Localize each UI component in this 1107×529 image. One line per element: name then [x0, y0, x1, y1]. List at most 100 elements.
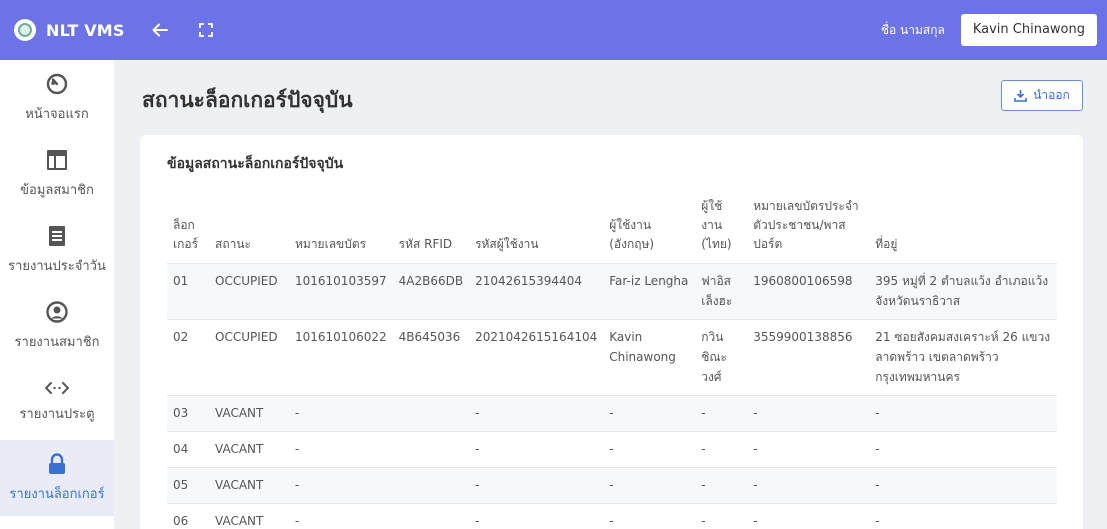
table-cell: VACANT: [209, 395, 289, 432]
table-cell: -: [747, 503, 870, 529]
table-cell: -: [869, 503, 1057, 529]
layout-icon: [47, 149, 67, 170]
table-cell: [392, 395, 470, 432]
sidebar-item-home[interactable]: หน้าจอแรก: [0, 60, 114, 136]
table-row: 06 VACANT - - - - - -: [167, 503, 1057, 529]
table-cell: กวิน ชิณะ วงศ์: [695, 319, 748, 396]
col-card-number: หมายเลขบัตร: [295, 237, 367, 251]
table-cell: 06: [167, 503, 209, 529]
table-cell: Kavin Chinawong: [603, 319, 696, 396]
sidebar-item-label: ข้อมูลสมาชิก: [20, 182, 94, 198]
main-content: สถานะล็อกเกอร์ปัจจุบัน นำออก ข้อมูลสถานะ…: [114, 60, 1107, 529]
table-cell: -: [695, 503, 748, 529]
table-cell: -: [603, 431, 696, 468]
table-row: 05 VACANT - - - - - -: [167, 467, 1057, 504]
col-status: สถานะ: [215, 237, 251, 251]
col-user-id: รหัสผู้ใช้งาน: [475, 237, 539, 251]
table-row: 04 VACANT - - - - - -: [167, 431, 1057, 468]
table-cell: -: [289, 395, 393, 432]
table-cell: 21042615394404: [469, 263, 604, 320]
table-cell: -: [469, 395, 604, 432]
sidebar-item-label: รายงานล็อกเกอร์: [9, 486, 105, 502]
fullscreen-icon: [198, 23, 213, 37]
table-cell: [392, 503, 470, 529]
table-cell: -: [695, 395, 748, 432]
page-title: สถานะล็อกเกอร์ปัจจุบัน: [142, 88, 353, 112]
table-cell: 21 ซอยสังคมสงเคราะห์ 26 แขวง ลาดพร้าว เขต…: [869, 319, 1057, 396]
table-cell: 101610103597: [289, 263, 393, 320]
table-cell: 01: [167, 263, 209, 320]
table-cell: -: [603, 467, 696, 504]
user-circle-icon: [46, 300, 68, 323]
table-cell: -: [289, 503, 393, 529]
col-locker: ล็อก เกอร์: [173, 218, 199, 251]
fullscreen-button[interactable]: [195, 19, 217, 41]
table-cell: -: [869, 431, 1057, 468]
sidebar-item-label: หน้าจอแรก: [25, 106, 89, 122]
table-cell: 1960800106598: [747, 263, 870, 320]
back-button[interactable]: [149, 19, 171, 41]
app-logo[interactable]: NLT VMS: [14, 19, 125, 41]
table-cell: 04: [167, 431, 209, 468]
sidebar-item-daily-report[interactable]: รายงานประจำวัน: [0, 212, 114, 288]
table-cell: 03: [167, 395, 209, 432]
col-user-th: ผู้ใช้ งาน (ไทย): [701, 199, 732, 251]
sidebar-item-members[interactable]: ข้อมูลสมาชิก: [0, 136, 114, 212]
document-icon: [49, 225, 65, 246]
table-header-row: ล็อก เกอร์ สถานะ หมายเลขบัตร รหัส RFID รห…: [167, 197, 1057, 264]
dashboard-icon: [46, 73, 68, 94]
table-cell: 395 หมู่ที่ 2 ตำบลแว้ง อำเภอแว้ง จังหวัดน…: [869, 263, 1057, 320]
app-title: NLT VMS: [46, 20, 125, 40]
sidebar-item-door-report[interactable]: รายงานประตู: [0, 364, 114, 440]
table-row: 01 OCCUPIED 101610103597 4A2B66DB 2104261539…: [167, 263, 1057, 320]
export-label: นำออก: [1033, 88, 1070, 102]
table-cell: -: [469, 431, 604, 468]
table-cell: 02: [167, 319, 209, 396]
logo-icon: [14, 19, 36, 41]
table-cell: -: [603, 395, 696, 432]
table-cell: VACANT: [209, 467, 289, 504]
table-cell: -: [469, 503, 604, 529]
col-rfid: รหัส RFID: [398, 237, 453, 251]
col-user-en: ผู้ใช้งาน (อังกฤษ): [609, 218, 655, 251]
table-cell: -: [289, 431, 393, 468]
table-cell: -: [603, 503, 696, 529]
table-cell: -: [869, 467, 1057, 504]
col-address: ที่อยู่: [875, 237, 898, 251]
table-row: 03 VACANT - - - - - -: [167, 395, 1057, 432]
table-cell: Far-iz Lengha: [603, 263, 696, 320]
sidebar-item-label: รายงานสมาชิก: [14, 334, 100, 350]
table-cell: [392, 431, 470, 468]
table-cell: -: [747, 431, 870, 468]
table-cell: OCCUPIED: [209, 263, 289, 320]
export-button[interactable]: นำออก: [1001, 80, 1083, 111]
sidebar: หน้าจอแรก ข้อมูลสมาชิก รายงานประจำวัน รา…: [0, 60, 114, 529]
card-title: ข้อมูลสถานะล็อกเกอร์ปัจจุบัน: [167, 156, 344, 172]
sidebar-item-label: รายงานประจำวัน: [8, 258, 106, 274]
table-cell: 101610106022: [289, 319, 393, 396]
name-label: ชื่อ นามสกุล: [880, 22, 945, 37]
locker-table: ล็อก เกอร์ สถานะ หมายเลขบัตร รหัส RFID รห…: [167, 197, 1057, 529]
col-id-passport: หมายเลขบัตรประจำ ตัวประชาชน/พาส ปอร์ต: [753, 199, 859, 251]
table-cell: -: [747, 467, 870, 504]
sidebar-item-locker-report[interactable]: รายงานล็อกเกอร์: [0, 440, 114, 516]
lock-icon: [49, 452, 65, 474]
code-arrows-icon: [45, 381, 69, 394]
table-cell: 2021042615164104: [469, 319, 604, 396]
arrow-left-icon: [152, 23, 168, 37]
user-name-box[interactable]: Kavin Chinawong: [960, 14, 1097, 46]
top-bar: NLT VMS ชื่อ นามสกุล Kavin Chinawong: [0, 0, 1107, 60]
table-row: 02 OCCUPIED 101610106022 4B645036 2021042615…: [167, 319, 1057, 396]
table-cell: [392, 467, 470, 504]
table-cell: VACANT: [209, 503, 289, 529]
table-cell: 4B645036: [392, 319, 470, 396]
table-cell: 3559900138856: [747, 319, 870, 396]
table-cell: 4A2B66DB: [392, 263, 470, 320]
sidebar-item-label: รายงานประตู: [19, 406, 95, 422]
table-cell: OCCUPIED: [209, 319, 289, 396]
table-cell: -: [747, 395, 870, 432]
download-icon: [1014, 90, 1027, 102]
table-cell: -: [469, 467, 604, 504]
sidebar-item-member-report[interactable]: รายงานสมาชิก: [0, 288, 114, 364]
table-cell: -: [695, 467, 748, 504]
